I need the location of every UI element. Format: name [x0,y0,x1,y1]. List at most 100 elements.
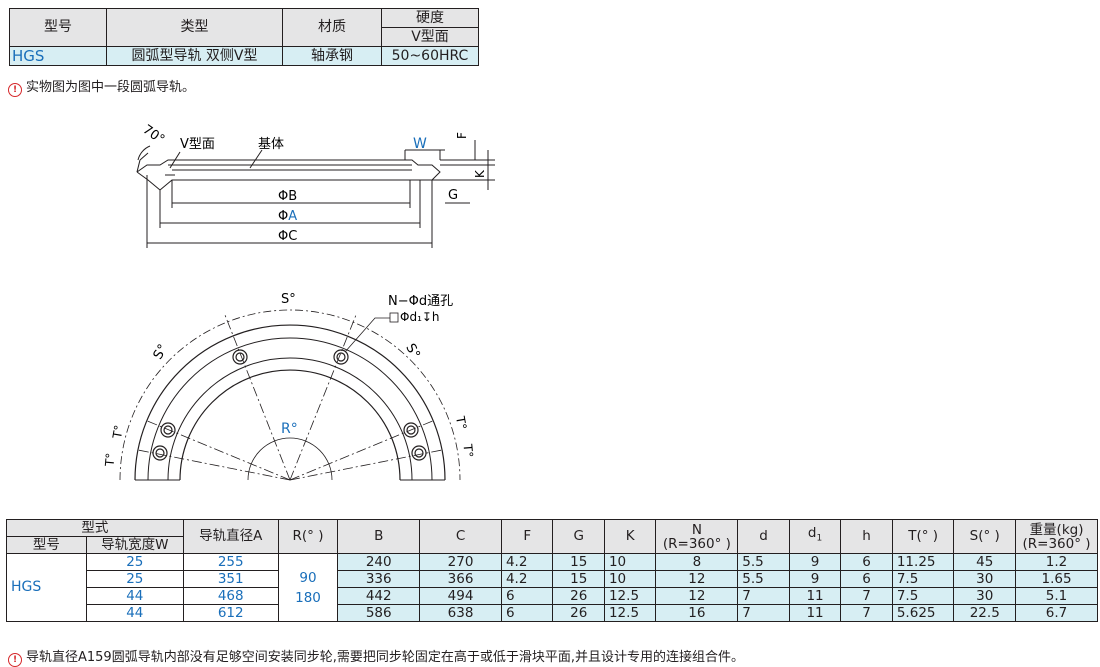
label-s-right: S° [402,341,422,361]
cell-c: 494 [419,587,502,605]
label-angle: 70° [140,122,167,148]
cell-g: 15 [552,553,605,571]
table-row: 25 351 336 366 4.2 15 10 12 5.5 9 6 7.5 30 1.65 [7,570,1098,588]
cell-diameter: 351 [182,570,279,588]
header-diameter: 导轨直径A [182,519,279,554]
header-k: K [603,519,657,554]
cell-s: 45 [953,553,1017,571]
label-t-left-1: T° [110,424,126,441]
cell-d1: 9 [788,570,842,588]
cell-f: 6 [500,587,554,605]
table-row: 44 468 442 494 6 26 12.5 12 7 11 7 7.5 30 5.1 [7,587,1098,605]
side-view-diagram: 70° V型面 基体 W F K G ΦB ΦA ΦC [136,122,495,248]
header-h: h [840,519,893,554]
header-r: R(° ) [277,519,339,554]
warning-icon: ! [8,83,22,97]
cell-diameter: 468 [182,587,279,605]
cell-weight: 1.65 [1015,570,1098,588]
cell-n: 16 [655,604,739,622]
label-w: W [413,136,427,152]
cell-width: 44 [85,604,184,622]
header-n: N (R=360° ) [655,519,739,554]
cell-t: 7.5 [891,570,955,588]
header-b: B [337,519,421,554]
cell-c: 638 [419,604,502,622]
header-d: d [737,519,790,554]
cell-f: 4.2 [500,553,554,571]
table-row: HGS 25 255 90 180 240 270 4.2 15 10 8 5.5 9 6 11.25 45 1… [6,553,1098,622]
cell-f: 4.2 [500,570,554,588]
label-r: R° [281,421,298,437]
material-table: 型号 类型 材质 硬度 V型面 HGS 圆弧型导轨 双侧V型 轴承钢 50~60… [9,8,479,66]
cell-weight: 6.7 [1015,604,1098,622]
label-s-top: S° [281,292,296,307]
cell-h: 6 [840,553,893,571]
header-model: 型号 [6,536,87,554]
label-phi-c: ΦC [278,229,297,244]
cell-b: 240 [337,553,421,571]
cell-material: 轴承钢 [282,46,382,66]
cell-width: 44 [85,587,184,605]
label-base: 基体 [258,137,284,152]
cell-s: 22.5 [953,604,1017,622]
cell-s: 30 [953,570,1017,588]
header-model-type: 型式 [6,519,184,537]
cell-diameter: 255 [182,553,279,571]
label-t-right-1: T° [453,414,469,431]
cell-n: 12 [655,570,739,588]
table-row: 44 612 586 638 6 26 12.5 16 7 11 7 5.625 22.5 6.7 [7,604,1098,622]
cell-k: 10 [603,553,657,571]
note-2-text: 导轨直径A159圆弧导轨内部没有足够空间安装同步轮,需要把同步轮固定在高于或低于… [26,650,744,665]
cell-d: 7 [737,587,790,605]
cell-t: 5.625 [891,604,955,622]
header-width: 导轨宽度W [85,536,184,554]
cell-width: 25 [85,570,184,588]
label-f: F [455,132,469,139]
label-phi-b: ΦB [278,189,297,204]
cell-d: 5.5 [737,553,790,571]
cell-d1: 9 [788,553,842,571]
cell-g: 15 [552,570,605,588]
cell-d: 5.5 [737,570,790,588]
top-view-diagram: S° S° S° T° T° T° T° R° N−Φd通孔 Φd₁↧h [102,292,476,481]
label-k: K [473,169,487,178]
cell-n: 12 [655,587,739,605]
header-c: C [419,519,502,554]
note-1: ! 实物图为图中一段圆弧导轨。 [8,76,195,97]
cell-f: 6 [500,604,554,622]
header-material: 材质 [282,8,382,47]
header-weight: 重量(kg) (R=360° ) [1015,519,1098,554]
cell-model: HGS [6,553,87,622]
label-t-right-2: T° [460,443,475,459]
cell-c: 270 [419,553,502,571]
header-hardness: 硬度 [381,8,479,28]
cell-b: 336 [337,570,421,588]
cell-h: 7 [840,587,893,605]
cell-k: 12.5 [603,587,657,605]
header-g: G [552,519,605,554]
cell-diameter: 612 [182,604,279,622]
cell-hardness: 50~60HRC [381,46,479,66]
cell-type: 圆弧型导轨 双侧V型 [106,46,283,66]
cell-h: 7 [840,604,893,622]
spec-table: 型式 导轨直径A R(° ) B C F G K N (R=360° ) d d1… [6,519,1098,622]
cell-r: 90 180 [277,553,339,622]
cell-model: HGS [9,46,107,66]
cell-b: 586 [337,604,421,622]
cell-k: 12.5 [603,604,657,622]
header-model: 型号 [9,8,107,47]
cell-d1: 11 [788,587,842,605]
cell-c: 366 [419,570,502,588]
note-1-text: 实物图为图中一段圆弧导轨。 [26,80,196,95]
cell-weight: 1.2 [1015,553,1098,571]
cell-t: 7.5 [891,587,955,605]
header-d1: d1 [788,519,842,554]
cell-b: 442 [337,587,421,605]
cell-g: 26 [552,587,605,605]
cell-weight: 5.1 [1015,587,1098,605]
label-g: G [448,188,458,203]
cell-k: 10 [603,570,657,588]
header-hardness-sub: V型面 [381,27,479,47]
cell-g: 26 [552,604,605,622]
header-t: T(° ) [891,519,955,554]
